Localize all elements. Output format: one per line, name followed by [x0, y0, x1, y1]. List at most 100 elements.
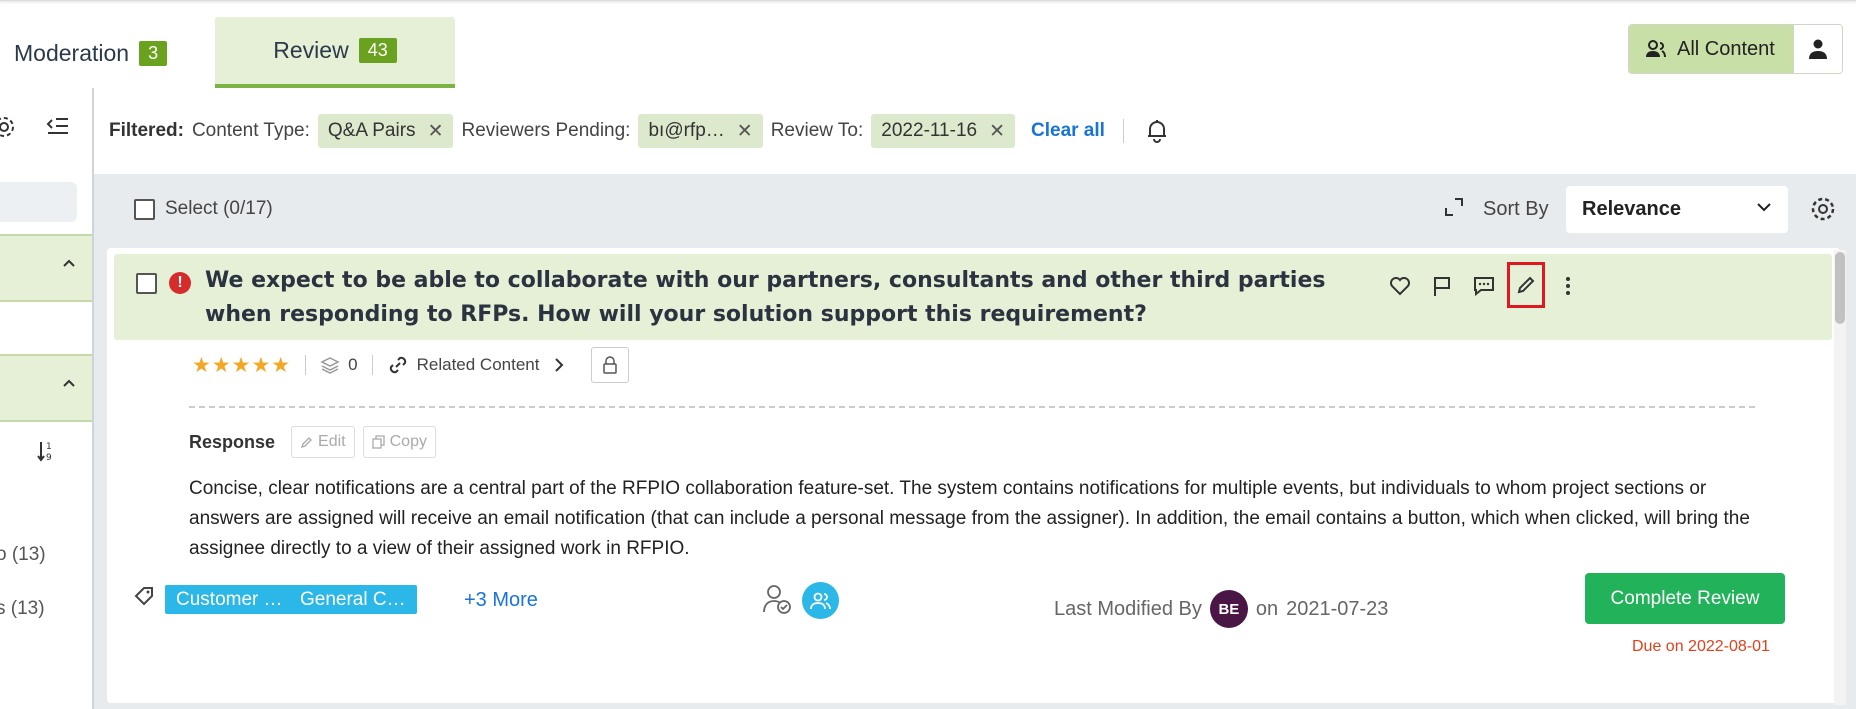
sort-by-label: Sort By [1483, 198, 1549, 220]
select-all-checkbox[interactable] [134, 198, 155, 220]
stack-icon [320, 357, 340, 374]
expand-icon[interactable] [1443, 196, 1465, 218]
filter-chip-review-to: 2022-11-16 ✕ [871, 114, 1015, 148]
sidebar-item-2[interactable]: s (13) [0, 598, 45, 620]
edit-response-button[interactable]: Edit [291, 426, 355, 458]
pencil-icon [301, 436, 312, 448]
reviewers-pending-label: Reviewers Pending: [461, 120, 631, 141]
review-card: ! We expect to be able to collaborate wi… [107, 248, 1840, 703]
comment-button[interactable] [1463, 268, 1505, 304]
tab-moderation-label: Moderation [14, 39, 130, 66]
flag-button[interactable] [1421, 268, 1463, 304]
review-to-label: Review To: [770, 120, 864, 141]
my-content-button[interactable] [1792, 25, 1842, 73]
sort-icon[interactable]: 19 [37, 440, 55, 462]
last-modified-label: Last Modified By [1054, 597, 1202, 620]
response-header: Response Edit Copy [189, 426, 444, 458]
flag-icon [1434, 277, 1450, 296]
favorite-button[interactable] [1379, 268, 1421, 304]
star-rating[interactable]: ★★★★★ [192, 353, 291, 378]
filter-chip-value: Q&A Pairs [327, 120, 416, 141]
sidebar-accordion-2[interactable] [0, 354, 92, 422]
top-bar: Moderation 3 Review 43 All Content [0, 0, 1856, 89]
last-modified-on: on [1255, 597, 1279, 620]
list-header: Select (0/17) Sort By Relevance [94, 174, 1856, 248]
all-content-label: All Content [1677, 37, 1775, 60]
copy-icon [371, 435, 385, 449]
svg-text:1: 1 [46, 442, 52, 452]
item-checkbox[interactable] [136, 273, 157, 294]
pencil-icon [1517, 276, 1535, 294]
sidebar-accordion-1[interactable] [0, 234, 92, 302]
avatar[interactable]: BE [1209, 590, 1248, 628]
filter-bar: Filtered: Content Type: Q&A Pairs ✕ Revi… [94, 88, 1856, 174]
complete-review-button[interactable]: Complete Review [1585, 573, 1785, 624]
divider [305, 355, 307, 375]
close-icon[interactable]: ✕ [737, 120, 753, 143]
divider [371, 355, 373, 375]
select-all[interactable]: Select (0/17) [134, 198, 273, 220]
filter-chip-content-type: Q&A Pairs ✕ [317, 114, 454, 148]
tag-chip[interactable]: General C… [289, 585, 417, 614]
tag-chip[interactable]: Customer … [165, 585, 294, 614]
question-row: ! We expect to be able to collaborate wi… [114, 254, 1832, 340]
users-icon [1646, 40, 1666, 58]
lock-button[interactable] [591, 347, 630, 383]
response-label: Response [189, 431, 276, 452]
tab-review[interactable]: Review 43 [215, 17, 455, 89]
more-button[interactable] [1547, 268, 1589, 304]
divider [1122, 119, 1124, 143]
due-date: Due on 2022-08-01 [1632, 638, 1770, 655]
tab-review-label: Review [273, 37, 349, 63]
all-content-button[interactable]: All Content [1629, 25, 1793, 73]
more-tags-link[interactable]: +3 More [464, 589, 538, 612]
last-modified: Last Modified By BE on 2021-07-23 [1054, 590, 1388, 628]
sort-select[interactable]: Relevance [1566, 186, 1788, 233]
tab-moderation[interactable]: Moderation 3 [14, 17, 168, 89]
sidebar-search-input[interactable] [0, 182, 77, 222]
user-icon [1808, 39, 1827, 59]
question-text[interactable]: We expect to be able to collaborate with… [205, 264, 1380, 332]
copy-response-button[interactable]: Copy [362, 426, 436, 458]
sort-select-value: Relevance [1582, 198, 1681, 220]
filter-chip-value: 2022-11-16 [881, 120, 978, 141]
link-icon [389, 356, 406, 374]
assigned-users-button[interactable] [802, 582, 839, 619]
filtered-label: Filtered: [109, 120, 184, 141]
tag-icon [134, 587, 153, 606]
question-actions [1379, 262, 1589, 308]
content-type-label: Content Type: [191, 120, 310, 141]
scrollbar-thumb[interactable] [1835, 252, 1845, 324]
select-all-label: Select (0/17) [165, 198, 273, 219]
card-footer: Customer … General C… +3 More Last Modif… [107, 548, 1840, 655]
related-content-link[interactable]: Related Content [417, 355, 540, 375]
tab-moderation-count: 3 [139, 40, 168, 66]
user-check-icon[interactable] [762, 584, 792, 614]
comment-icon [1474, 277, 1494, 296]
close-icon[interactable]: ✕ [428, 120, 444, 143]
question-meta: ★★★★★ 0 Related Content [192, 346, 630, 384]
chevron-up-icon [63, 259, 75, 267]
users-icon [809, 592, 831, 609]
chevron-up-icon [63, 379, 75, 387]
content-area: Select (0/17) Sort By Relevance ! We exp… [94, 174, 1856, 709]
lock-icon [603, 356, 618, 374]
filter-options-icon[interactable] [0, 441, 6, 461]
gear-icon[interactable] [0, 115, 16, 139]
chevron-down-icon [1757, 203, 1771, 212]
settings-icon[interactable] [1810, 196, 1836, 222]
filter-chip-value: bı@rfp… [648, 120, 725, 141]
heart-icon [1390, 277, 1410, 296]
collapse-sidebar-icon[interactable] [46, 116, 70, 136]
close-icon[interactable]: ✕ [989, 120, 1005, 143]
last-modified-date: 2021-07-23 [1286, 597, 1389, 620]
bell-icon[interactable] [1146, 119, 1168, 143]
copy-response-label: Copy [389, 433, 427, 450]
edit-button[interactable] [1507, 262, 1545, 308]
divider [189, 406, 1755, 408]
sidebar-item-1[interactable]: o (13) [0, 544, 46, 566]
tab-review-count: 43 [358, 38, 397, 63]
chevron-right-icon[interactable] [553, 357, 565, 373]
filter-chip-reviewers: bı@rfp… ✕ [638, 114, 763, 148]
clear-all-link[interactable]: Clear all [1031, 120, 1105, 142]
